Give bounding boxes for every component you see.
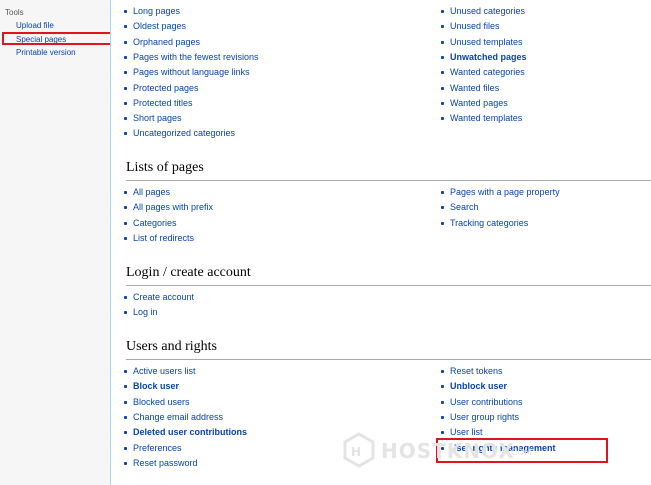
special-page-link-user-group-rights[interactable]: User group rights [450, 412, 519, 423]
special-page-link-orphaned-pages[interactable]: Orphaned pages [133, 37, 200, 48]
bullet [124, 71, 127, 75]
bullet [124, 311, 127, 315]
bullet [441, 25, 444, 29]
special-page-link-unused-categories[interactable]: Unused categories [450, 6, 525, 17]
special-page-link-unblock-user[interactable]: Unblock user [450, 381, 507, 392]
sidebar-link-printable-version[interactable]: Printable version [16, 48, 76, 57]
bullet [124, 40, 127, 44]
special-page-link-list-of-redirects[interactable]: List of redirects [133, 233, 194, 244]
bullet [124, 86, 127, 90]
special-page-link-protected-pages[interactable]: Protected pages [133, 83, 199, 94]
bullet [124, 461, 127, 465]
bullet [441, 55, 444, 59]
special-page-link-change-email-address[interactable]: Change email address [133, 412, 223, 423]
bullet [124, 117, 127, 121]
bullet [441, 10, 444, 13]
bullet [441, 221, 444, 225]
section-divider [126, 359, 651, 360]
bullet [124, 10, 127, 13]
bullet [441, 86, 444, 90]
special-page-link-user-list[interactable]: User list [450, 427, 483, 438]
special-page-link-deleted-user-contributions[interactable]: Deleted user contributions [133, 427, 247, 438]
section-heading-login-create-account: Login / create account [126, 265, 251, 280]
special-page-link-pages-with-a-page-property[interactable]: Pages with a page property [450, 187, 560, 198]
bullet [441, 71, 444, 75]
special-page-link-all-pages-with-prefix[interactable]: All pages with prefix [133, 202, 213, 213]
special-page-link-pages-with-the-fewest-revisions[interactable]: Pages with the fewest revisions [133, 52, 259, 63]
special-page-link-reset-password[interactable]: Reset password [133, 458, 198, 469]
special-page-link-blocked-users[interactable]: Blocked users [133, 397, 190, 408]
special-page-link-user-contributions[interactable]: User contributions [450, 397, 523, 408]
special-page-link-oldest-pages[interactable]: Oldest pages [133, 21, 186, 32]
special-page-link-active-users-list[interactable]: Active users list [133, 366, 196, 377]
bullet [124, 370, 127, 373]
bullet [441, 101, 444, 105]
special-page-link-wanted-templates[interactable]: Wanted templates [450, 113, 522, 124]
special-page-link-long-pages[interactable]: Long pages [133, 6, 180, 17]
bullet [124, 400, 127, 404]
bullet [124, 385, 127, 389]
special-page-link-block-user[interactable]: Block user [133, 381, 179, 392]
sidebar: Tools Upload file Special pages Printabl… [0, 0, 112, 485]
bullet [441, 370, 444, 373]
bullet [124, 296, 127, 299]
bullet [441, 206, 444, 210]
special-page-link-log-in[interactable]: Log in [133, 307, 158, 318]
bullet [124, 191, 127, 194]
bullet [124, 221, 127, 225]
highlight-box-user-rights-management [436, 438, 608, 463]
special-page-link-tracking-categories[interactable]: Tracking categories [450, 218, 528, 229]
special-page-link-wanted-files[interactable]: Wanted files [450, 83, 499, 94]
bullet [124, 431, 127, 435]
special-page-link-unused-files[interactable]: Unused files [450, 21, 500, 32]
section-heading-lists-of-pages: Lists of pages [126, 160, 204, 175]
section-divider [126, 180, 651, 181]
special-page-link-create-account[interactable]: Create account [133, 292, 194, 303]
bullet [124, 101, 127, 105]
bullet [441, 400, 444, 404]
bullet [441, 385, 444, 389]
special-page-link-wanted-pages[interactable]: Wanted pages [450, 98, 508, 109]
special-page-link-wanted-categories[interactable]: Wanted categories [450, 67, 525, 78]
special-page-link-reset-tokens[interactable]: Reset tokens [450, 366, 503, 377]
sidebar-heading-tools: Tools [5, 8, 24, 17]
special-page-link-short-pages[interactable]: Short pages [133, 113, 182, 124]
bullet [124, 55, 127, 59]
bullet [441, 117, 444, 121]
special-page-link-uncategorized-categories[interactable]: Uncategorized categories [133, 128, 235, 139]
section-divider [126, 285, 651, 286]
svg-text:H: H [351, 445, 361, 459]
bullet [124, 236, 127, 240]
section-heading-users-and-rights: Users and rights [126, 339, 217, 354]
bullet [441, 415, 444, 419]
bullet [124, 206, 127, 210]
special-page-link-unused-templates[interactable]: Unused templates [450, 37, 523, 48]
special-page-link-all-pages[interactable]: All pages [133, 187, 170, 198]
bullet [124, 25, 127, 29]
bullet [441, 40, 444, 44]
sidebar-link-upload-file[interactable]: Upload file [16, 21, 54, 30]
special-page-link-categories[interactable]: Categories [133, 218, 177, 229]
special-page-link-unwatched-pages[interactable]: Unwatched pages [450, 52, 527, 63]
bullet [124, 415, 127, 419]
bullet [441, 191, 444, 194]
bullet [441, 431, 444, 435]
special-page-link-protected-titles[interactable]: Protected titles [133, 98, 193, 109]
special-page-link-pages-without-language-links[interactable]: Pages without language links [133, 67, 250, 78]
special-page-link-preferences[interactable]: Preferences [133, 443, 182, 454]
bullet [124, 446, 127, 450]
special-page-link-search[interactable]: Search [450, 202, 479, 213]
main-content: Long pages Oldest pages Orphaned pages Page… [110, 0, 651, 485]
highlight-box-special-pages [2, 32, 112, 45]
bullet [124, 132, 127, 136]
watermark-logo-icon: H [343, 432, 375, 468]
